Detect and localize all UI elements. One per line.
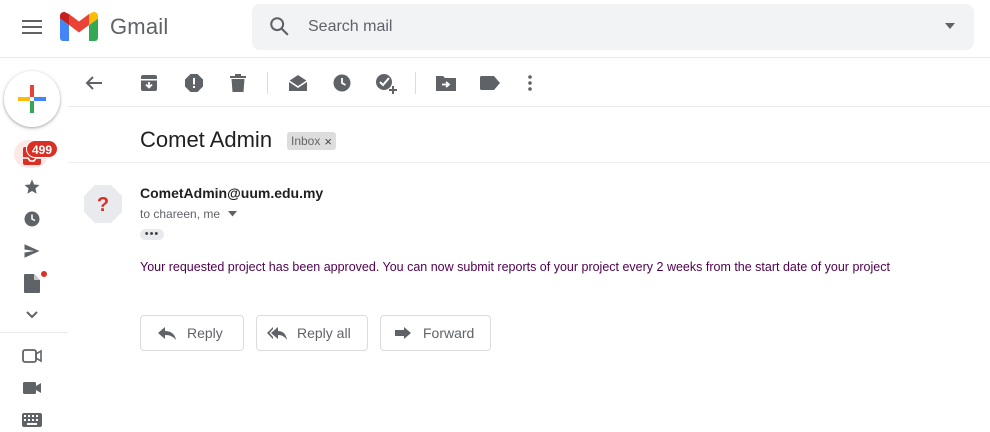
remove-label-icon[interactable]: × (324, 134, 332, 149)
top-bar: Gmail (0, 0, 990, 58)
recipients-caret-icon[interactable] (228, 211, 238, 217)
meet-new-icon[interactable] (20, 344, 44, 368)
label-chip-text: Inbox (291, 134, 321, 148)
email-body: Your requested project has been approved… (140, 260, 890, 274)
label-icon[interactable] (478, 71, 502, 95)
more-vert-icon[interactable] (518, 71, 542, 95)
left-rail: 499 (0, 58, 68, 429)
trash-icon[interactable] (226, 71, 250, 95)
toolbar-divider (415, 72, 416, 94)
plus-icon (18, 85, 46, 113)
subject-row: Comet Admin Inbox × (68, 107, 990, 163)
add-task-icon[interactable] (374, 71, 398, 95)
mark-unread-icon[interactable] (286, 71, 310, 95)
recipients-text: to chareen, me (140, 207, 221, 221)
reply-all-icon (267, 327, 287, 340)
clock-icon[interactable] (330, 71, 354, 95)
chevron-down-icon[interactable] (20, 303, 44, 327)
app-name: Gmail (110, 13, 169, 39)
sender-avatar[interactable]: ? (84, 185, 122, 223)
inbox-unread-badge: 499 (26, 140, 59, 158)
email-subject: Comet Admin (140, 127, 273, 152)
reply-all-label: Reply all (297, 325, 351, 341)
rail-divider (0, 332, 68, 333)
forward-button[interactable]: Forward (380, 315, 491, 351)
search-options-icon[interactable] (944, 20, 956, 32)
message-toolbar (68, 59, 990, 107)
archive-icon[interactable] (137, 71, 161, 95)
reply-all-button[interactable]: Reply all (256, 315, 368, 351)
gmail-m-icon (60, 12, 98, 41)
svg-text:?: ? (97, 194, 109, 216)
meet-video-icon[interactable] (20, 376, 44, 400)
keyboard-icon[interactable] (20, 408, 44, 432)
reply-label: Reply (187, 325, 223, 341)
search-input[interactable] (308, 4, 908, 50)
reply-button[interactable]: Reply (140, 315, 244, 351)
move-to-icon[interactable] (434, 71, 458, 95)
recipients-line[interactable]: to chareen, me (140, 207, 238, 221)
reply-icon (158, 327, 176, 340)
search-icon[interactable] (268, 15, 290, 37)
back-arrow-icon[interactable] (82, 71, 106, 95)
snoozed-icon[interactable] (20, 207, 44, 231)
drafts-dot (40, 270, 48, 278)
compose-button[interactable] (4, 71, 60, 127)
inbox-label-chip[interactable]: Inbox × (287, 132, 336, 150)
menu-icon[interactable] (16, 11, 48, 43)
show-trimmed-content-button[interactable]: ••• (140, 229, 164, 240)
report-spam-icon[interactable] (182, 71, 206, 95)
sent-icon[interactable] (20, 239, 44, 263)
gmail-logo[interactable]: Gmail (60, 12, 168, 41)
forward-label: Forward (423, 325, 475, 341)
forward-icon (395, 327, 411, 339)
star-icon[interactable] (20, 175, 44, 199)
toolbar-divider (267, 72, 268, 94)
search-bar[interactable] (252, 4, 974, 50)
sender-email[interactable]: CometAdmin@uum.edu.my (140, 185, 323, 201)
